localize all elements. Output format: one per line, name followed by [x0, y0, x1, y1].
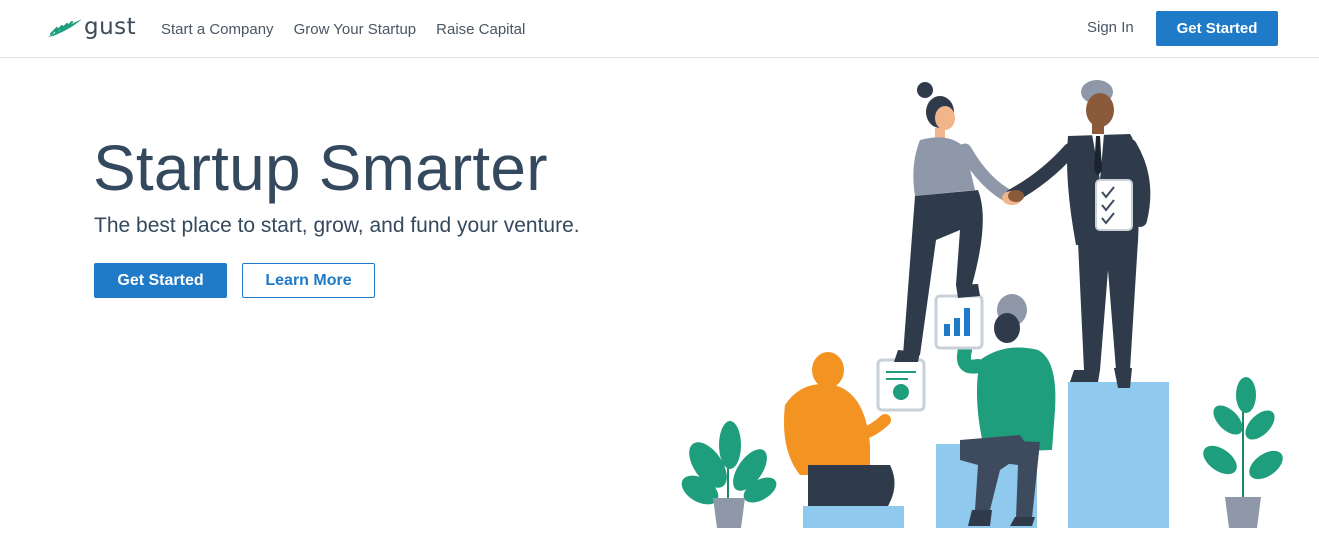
nav-grow-your-startup[interactable]: Grow Your Startup: [294, 21, 417, 38]
left-plant-icon: [681, 421, 777, 528]
sign-in-link[interactable]: Sign In: [1087, 19, 1134, 36]
hero-title: Startup Smarter: [93, 132, 548, 204]
top-navigation-bar: gust Start a Company Grow Your Startup R…: [0, 0, 1319, 58]
gust-logo[interactable]: gust: [47, 12, 136, 44]
logo-text: gust: [84, 13, 137, 40]
header-get-started-button[interactable]: Get Started: [1156, 11, 1278, 46]
nav-raise-capital[interactable]: Raise Capital: [436, 21, 525, 38]
main-nav: Start a Company Grow Your Startup Raise …: [161, 0, 545, 58]
gust-wing-logo-icon: [48, 19, 82, 37]
learn-more-button[interactable]: Learn More: [242, 263, 375, 298]
right-plant-icon: [1203, 377, 1283, 528]
nav-start-a-company[interactable]: Start a Company: [161, 21, 274, 38]
bar-chart-card-icon: [934, 294, 984, 350]
certificate-card-icon: [876, 358, 926, 412]
hero-subtitle: The best place to start, grow, and fund …: [94, 214, 580, 237]
standing-person-man: [1005, 80, 1151, 388]
hero-get-started-button[interactable]: Get Started: [94, 263, 227, 298]
pedestal-high: [1068, 382, 1169, 528]
pedestal-low: [803, 506, 904, 528]
team-handshake-illustration: [681, 80, 1283, 528]
